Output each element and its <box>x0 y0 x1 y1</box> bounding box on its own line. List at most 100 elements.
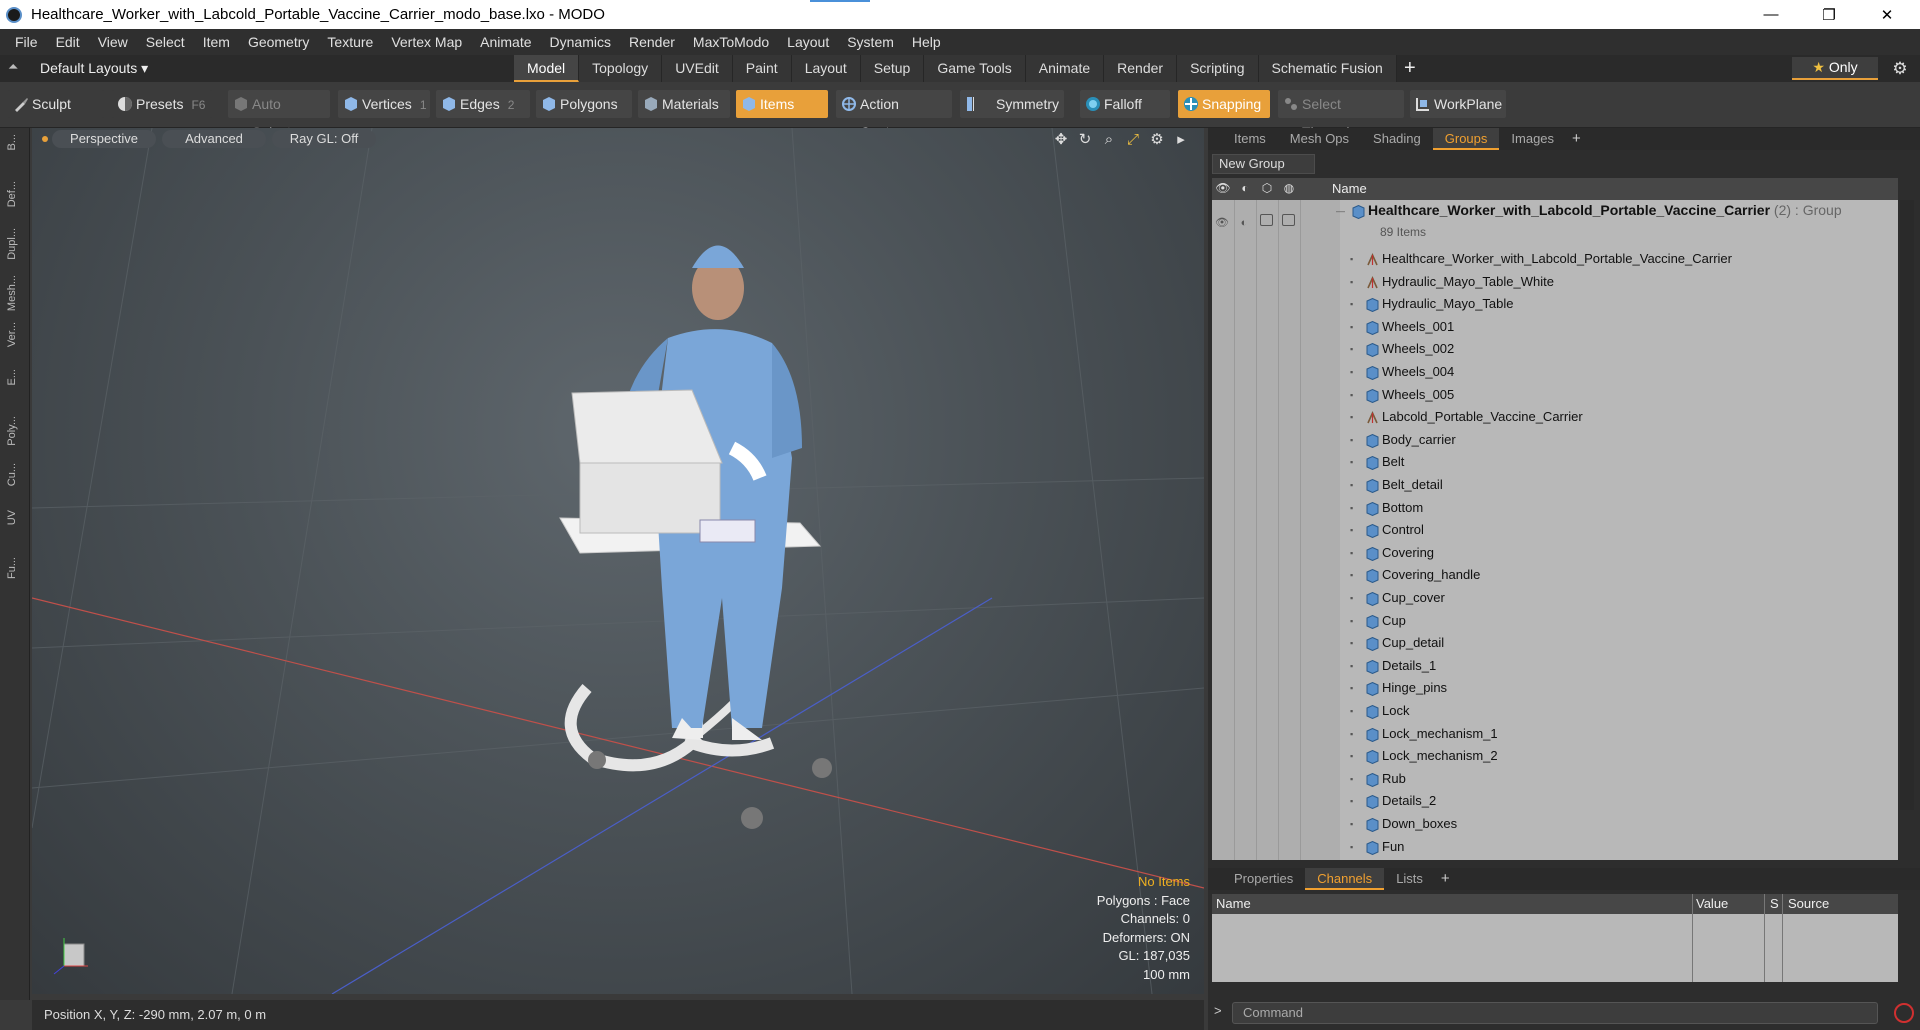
presets-button[interactable]: Presets F6 <box>112 90 212 118</box>
tree-item-row[interactable]: ▪ Rub <box>1212 768 1898 790</box>
tree-expand-icon[interactable]: ▪ <box>1350 632 1353 654</box>
tree-expand-icon[interactable]: ▪ <box>1350 768 1353 790</box>
tree-item-row[interactable]: ▪ Wheels_004 <box>1212 361 1898 383</box>
default-layouts-dropdown[interactable]: Default Layouts ▾ <box>40 55 148 82</box>
tab-paint[interactable]: Paint <box>732 55 792 82</box>
left-tab-cu-7[interactable]: Cu... <box>6 463 24 486</box>
menu-texture[interactable]: Texture <box>318 34 382 50</box>
tree-item-row[interactable]: ▪ Details_2 <box>1212 790 1898 812</box>
tree-item-row[interactable]: ▪ Healthcare_Worker_with_Labcold_Portable… <box>1212 248 1898 270</box>
menu-render[interactable]: Render <box>620 34 684 50</box>
tab-layout[interactable]: Layout <box>791 55 861 82</box>
action-center-button[interactable]: Action Center <box>836 90 952 140</box>
tree-expand-icon[interactable]: ▪ <box>1350 677 1353 699</box>
left-tab-b-0[interactable]: B... <box>6 134 24 151</box>
viewport-settings-icon[interactable]: ⚙ <box>1148 131 1166 149</box>
tree-expand-icon[interactable]: ▪ <box>1350 790 1353 812</box>
command-input[interactable]: Command <box>1232 1002 1878 1024</box>
menu-vertex-map[interactable]: Vertex Map <box>382 34 471 50</box>
left-tab-uv-8[interactable]: UV <box>6 510 24 525</box>
left-tab-ver-4[interactable]: Ver... <box>6 322 24 347</box>
panel-tab-mesh-ops[interactable]: Mesh Ops <box>1278 128 1361 150</box>
vertices-button[interactable]: Vertices 1 <box>338 90 430 118</box>
tree-item-row[interactable]: ▪ Belt <box>1212 451 1898 473</box>
tree-expand-icon[interactable]: ▪ <box>1350 406 1353 428</box>
tree-item-row[interactable]: ▪ Body_carrier <box>1212 429 1898 451</box>
add-tab-button[interactable]: + <box>1397 55 1423 82</box>
tree-expand-icon[interactable]: ▪ <box>1350 813 1353 835</box>
tree-expand-icon[interactable]: ▪ <box>1350 497 1353 519</box>
edges-button[interactable]: Edges 2 <box>436 90 530 118</box>
tree-item-row[interactable]: ▪ Wheels_002 <box>1212 338 1898 360</box>
materials-button[interactable]: Materials <box>638 90 730 118</box>
tree-item-row[interactable]: ▪ Down_boxes <box>1212 813 1898 835</box>
panel-tab-groups[interactable]: Groups <box>1432 128 1500 150</box>
visibility-eye-icon[interactable]: 👁 <box>1214 181 1232 197</box>
tab-scripting[interactable]: Scripting <box>1177 55 1259 82</box>
tree-item-row[interactable]: ▪ Cup <box>1212 610 1898 632</box>
tree-expand-icon[interactable]: ▪ <box>1350 723 1353 745</box>
tree-item-row[interactable]: ▪ Control <box>1212 519 1898 541</box>
menu-help[interactable]: Help <box>903 34 950 50</box>
menu-system[interactable]: System <box>838 34 903 50</box>
tree-expand-icon[interactable]: ▪ <box>1350 745 1353 767</box>
record-macro-icon[interactable] <box>1894 1003 1914 1023</box>
menu-maxtomodo[interactable]: MaxToModo <box>684 34 778 50</box>
tab-model[interactable]: Model <box>514 55 580 82</box>
symmetry-button[interactable]: Symmetry <box>960 90 1064 118</box>
tree-expand-icon[interactable]: ▪ <box>1350 316 1353 338</box>
left-tab-dupl-2[interactable]: Dupl... <box>6 228 24 260</box>
tree-expand-icon[interactable]: ▪ <box>1350 338 1353 360</box>
tree-expand-icon[interactable]: ▪ <box>1350 271 1353 293</box>
tree-expand-icon[interactable]: ▪ <box>1350 293 1353 315</box>
tree-item-row[interactable]: ▪ Lock_mechanism_1 <box>1212 723 1898 745</box>
tree-scrollbar[interactable] <box>1900 200 1914 810</box>
bottom-tab-add-button[interactable]: + <box>1435 868 1456 890</box>
tree-item-row[interactable]: ▪ Cup_detail <box>1212 632 1898 654</box>
tree-item-row[interactable]: ▪ Hinge_pins <box>1212 677 1898 699</box>
minimize-button[interactable]: — <box>1742 0 1800 29</box>
menu-animate[interactable]: Animate <box>471 34 540 50</box>
menu-layout[interactable]: Layout <box>778 34 838 50</box>
layout-arrow-icon[interactable]: ⏶ <box>8 59 26 77</box>
tab-animate[interactable]: Animate <box>1025 55 1105 82</box>
tree-item-row[interactable]: ▪ Covering <box>1212 542 1898 564</box>
tree-item-row[interactable]: ▪ Wheels_005 <box>1212 384 1898 406</box>
tree-item-row[interactable]: ▪ Lock_mechanism_2 <box>1212 745 1898 767</box>
render-icon[interactable]: ◐ <box>1236 212 1252 229</box>
viewport-expand-icon[interactable]: ▸ <box>1172 131 1190 149</box>
tree-item-row[interactable]: ▪ Cup_cover <box>1212 587 1898 609</box>
menu-geometry[interactable]: Geometry <box>239 34 318 50</box>
tree-expand-icon[interactable]: ▪ <box>1350 474 1353 496</box>
tree-expand-icon[interactable]: ▪ <box>1350 564 1353 586</box>
tree-expand-icon[interactable]: ▪ <box>1350 361 1353 383</box>
tab-uvedit[interactable]: UVEdit <box>662 55 733 82</box>
lock-icon[interactable]: ⬡ <box>1258 181 1276 197</box>
panel-tab-images[interactable]: Images <box>1499 128 1566 150</box>
tree-item-row[interactable]: ▪ Wheels_001 <box>1212 316 1898 338</box>
collapse-icon[interactable]: — <box>1336 200 1345 222</box>
tree-expand-icon[interactable]: ▪ <box>1350 519 1353 541</box>
raygl-button[interactable]: Ray GL: Off <box>272 130 376 148</box>
left-tab-mesh-3[interactable]: Mesh... <box>6 275 24 311</box>
tab-setup[interactable]: Setup <box>860 55 925 82</box>
gear-icon[interactable]: ⚙ <box>1888 57 1912 80</box>
select-checkbox[interactable] <box>1282 214 1295 226</box>
pan-icon[interactable]: ✥ <box>1052 131 1070 149</box>
tree-expand-icon[interactable]: ▪ <box>1350 429 1353 451</box>
tree-item-row[interactable]: ▪ Belt_detail <box>1212 474 1898 496</box>
lock-checkbox[interactable] <box>1260 214 1273 226</box>
items-button[interactable]: Items <box>736 90 828 118</box>
tree-item-row[interactable]: ▪ Fun <box>1212 836 1898 858</box>
fit-icon[interactable]: ⤢ <box>1124 131 1142 149</box>
left-tab-poly-6[interactable]: Poly... <box>6 416 24 446</box>
close-button[interactable]: ✕ <box>1858 0 1916 29</box>
select-through-button[interactable]: Select Through <box>1278 90 1404 140</box>
viewport-menu-dot[interactable] <box>42 136 48 142</box>
3d-viewport[interactable]: Perspective Advanced Ray GL: Off ✥ ↻ ⌕ ⤢… <box>32 128 1204 994</box>
bottom-tab-properties[interactable]: Properties <box>1222 868 1305 890</box>
snapping-button[interactable]: Snapping <box>1178 90 1270 118</box>
menu-item[interactable]: Item <box>194 34 239 50</box>
rotate-icon[interactable]: ↻ <box>1076 131 1094 149</box>
select-icon[interactable]: ◍ <box>1280 181 1298 197</box>
